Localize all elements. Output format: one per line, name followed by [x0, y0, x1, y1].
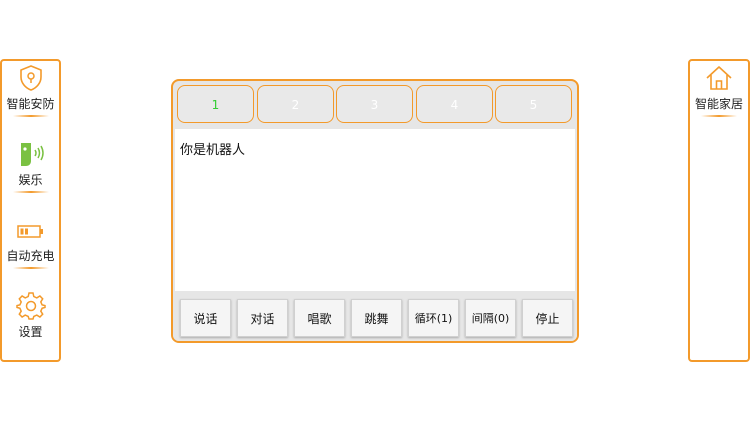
nav-item-security[interactable]: 智能安防 — [2, 63, 59, 117]
nav-divider — [701, 115, 737, 117]
tab-3[interactable]: 3 — [336, 85, 413, 123]
tab-2[interactable]: 2 — [257, 85, 334, 123]
tab-1[interactable]: 1 — [177, 85, 254, 123]
nav-label-security: 智能安防 — [6, 97, 55, 111]
nav-label-settings: 设置 — [18, 325, 43, 339]
robot-voice-icon — [20, 143, 44, 166]
speak-button[interactable]: 说话 — [180, 299, 231, 337]
home-icon — [706, 66, 732, 90]
shield-icon — [19, 65, 42, 91]
command-bar: 说话 对话 唱歌 跳舞 循环(1) 间隔(0) 停止 — [173, 293, 577, 341]
right-nav-panel: 智能家居 — [688, 59, 750, 362]
sing-button[interactable]: 唱歌 — [294, 299, 345, 337]
nav-item-entertainment[interactable]: 娱乐 — [2, 139, 59, 193]
tab-5[interactable]: 5 — [495, 85, 572, 123]
battery-icon — [16, 225, 43, 238]
nav-divider — [12, 267, 49, 269]
main-panel: 1 2 3 4 5 你是机器人 说话 对话 唱歌 跳舞 循环(1) 间隔(0) … — [171, 79, 579, 343]
nav-divider — [12, 191, 49, 193]
dialogue-button[interactable]: 对话 — [237, 299, 288, 337]
left-nav-panel: 智能安防 娱乐 自动充电 设置 — [0, 59, 61, 362]
loop-button[interactable]: 循环(1) — [408, 299, 459, 337]
stop-button[interactable]: 停止 — [522, 299, 573, 337]
tab-4[interactable]: 4 — [416, 85, 493, 123]
dance-button[interactable]: 跳舞 — [351, 299, 402, 337]
tab-bar: 1 2 3 4 5 — [177, 85, 575, 125]
nav-item-smart-home[interactable]: 智能家居 — [690, 63, 748, 117]
script-text: 你是机器人 — [180, 143, 246, 158]
nav-item-settings[interactable]: 设置 — [2, 291, 59, 339]
nav-divider — [12, 115, 49, 117]
nav-label-entertainment: 娱乐 — [18, 173, 43, 187]
script-text-area[interactable]: 你是机器人 — [175, 129, 575, 291]
nav-label-smart-home: 智能家居 — [694, 97, 743, 111]
nav-label-auto-charge: 自动充电 — [6, 249, 55, 263]
nav-item-auto-charge[interactable]: 自动充电 — [2, 217, 59, 269]
interval-button[interactable]: 间隔(0) — [465, 299, 516, 337]
gear-icon — [15, 292, 46, 320]
